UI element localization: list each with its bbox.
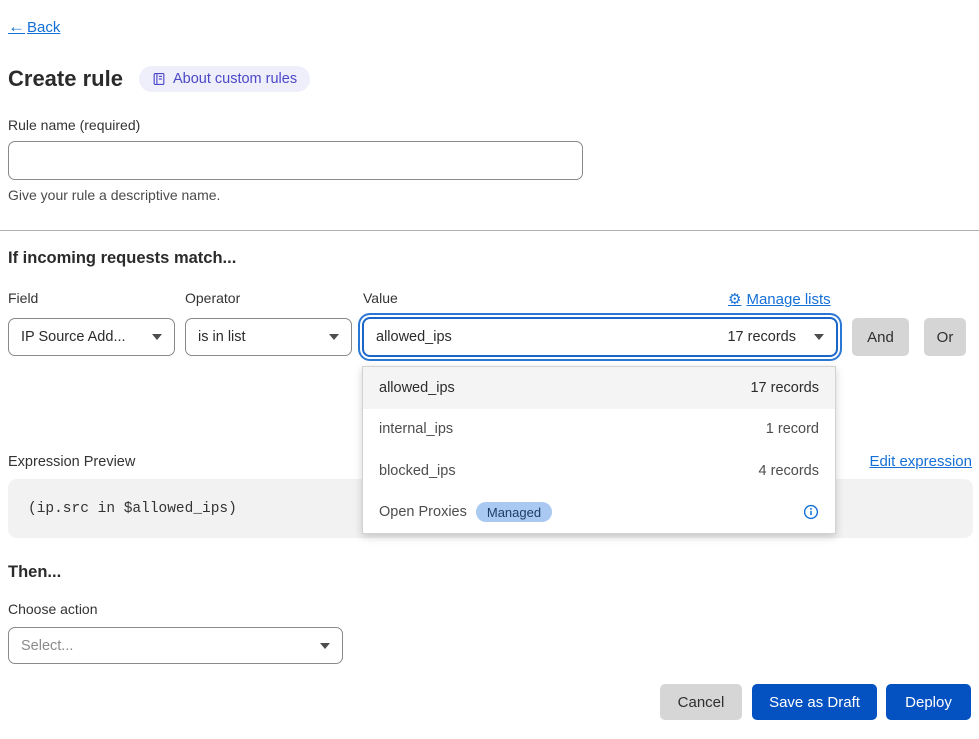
chevron-down-icon: [152, 334, 162, 340]
chevron-down-icon: [320, 643, 330, 649]
edit-expression-link[interactable]: Edit expression: [869, 453, 972, 470]
operator-label: Operator: [185, 290, 240, 306]
page-title: Create rule: [8, 66, 123, 92]
managed-badge: Managed: [476, 502, 552, 522]
section-divider: [0, 230, 979, 231]
value-select-records: 17 records: [727, 329, 796, 345]
about-badge-label: About custom rules: [173, 71, 297, 87]
cancel-button[interactable]: Cancel: [660, 684, 742, 720]
chevron-down-icon: [329, 334, 339, 340]
or-button[interactable]: Or: [924, 318, 966, 356]
list-option-internal-ips[interactable]: internal_ips 1 record: [363, 409, 835, 451]
info-icon[interactable]: [803, 504, 819, 520]
rule-name-helper: Give your rule a descriptive name.: [8, 187, 220, 203]
list-option-blocked-ips[interactable]: blocked_ips 4 records: [363, 450, 835, 492]
field-select-value: IP Source Add...: [21, 329, 126, 345]
chevron-down-icon: [814, 334, 824, 340]
field-select[interactable]: IP Source Add...: [8, 318, 175, 356]
list-option-open-proxies[interactable]: Open Proxies Managed: [363, 492, 835, 534]
title-row: Create rule About custom rules: [8, 66, 310, 92]
field-label: Field: [8, 290, 38, 306]
expression-code: (ip.src in $allowed_ips): [28, 501, 237, 517]
back-link[interactable]: ←Back: [8, 17, 60, 37]
list-option-records: 1 record: [766, 421, 819, 437]
choose-action-label: Choose action: [8, 601, 98, 617]
manage-lists-link[interactable]: Manage lists: [728, 290, 838, 308]
deploy-button[interactable]: Deploy: [886, 684, 971, 720]
then-section-heading: Then...: [8, 563, 61, 582]
gear-icon: [728, 290, 741, 308]
back-arrow-icon: ←: [8, 17, 25, 37]
rule-name-input[interactable]: [8, 141, 583, 180]
value-select[interactable]: allowed_ips 17 records: [362, 317, 838, 357]
action-select[interactable]: Select...: [8, 627, 343, 664]
expression-preview-label: Expression Preview: [8, 454, 135, 470]
back-label: Back: [27, 19, 60, 36]
list-dropdown: allowed_ips 17 records internal_ips 1 re…: [362, 366, 836, 534]
value-select-value: allowed_ips: [376, 329, 452, 345]
about-custom-rules-link[interactable]: About custom rules: [139, 66, 310, 92]
list-option-allowed-ips[interactable]: allowed_ips 17 records: [363, 367, 835, 409]
rule-name-label: Rule name (required): [8, 117, 140, 133]
operator-select-value: is in list: [198, 329, 246, 345]
create-rule-page: ←Back Create rule About custom rules Rul…: [0, 0, 979, 739]
list-option-name: allowed_ips: [379, 380, 455, 396]
list-option-name: Open Proxies: [379, 504, 467, 520]
save-as-draft-button[interactable]: Save as Draft: [752, 684, 877, 720]
list-option-name: internal_ips: [379, 421, 453, 437]
book-icon: [152, 72, 166, 86]
list-option-name: blocked_ips: [379, 463, 456, 479]
manage-lists-label: Manage lists: [746, 291, 830, 308]
and-button[interactable]: And: [852, 318, 909, 356]
list-option-records: 17 records: [750, 380, 819, 396]
action-select-placeholder: Select...: [21, 638, 73, 654]
operator-select[interactable]: is in list: [185, 318, 352, 356]
list-option-records: 4 records: [759, 463, 819, 479]
match-section-heading: If incoming requests match...: [8, 249, 236, 268]
value-label: Value: [363, 290, 398, 306]
